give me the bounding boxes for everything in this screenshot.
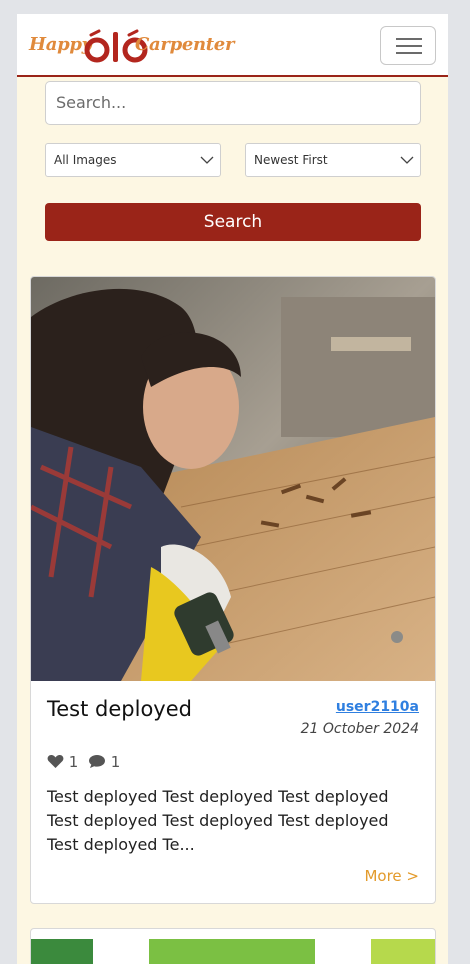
likes-stat[interactable]: 1 <box>47 753 78 771</box>
post-title[interactable]: Test deployed <box>47 697 192 721</box>
search-input[interactable]: Search... <box>45 81 421 125</box>
more-link[interactable]: More > <box>364 867 419 885</box>
comments-count: 1 <box>110 753 121 771</box>
comment-icon <box>89 755 105 768</box>
navbar: Happy Carpenter <box>17 14 448 77</box>
post-image[interactable] <box>31 277 435 681</box>
category-select[interactable]: All Images <box>45 143 221 177</box>
post-author-link[interactable]: user2110a <box>336 699 419 715</box>
menu-toggle-button[interactable] <box>380 26 436 65</box>
sort-select[interactable]: Newest First <box>245 143 421 177</box>
sort-select-value: Newest First <box>254 153 328 167</box>
likes-count: 1 <box>68 753 79 771</box>
post-card[interactable]: Test deployed user2110a 21 October 2024 … <box>30 276 436 904</box>
page-frame: Happy Carpenter Search... All Images New… <box>17 14 448 964</box>
post-image[interactable] <box>31 929 435 964</box>
post-date: 21 October 2024 <box>300 721 419 737</box>
post-card[interactable] <box>30 928 436 964</box>
category-select-value: All Images <box>54 153 117 167</box>
logo[interactable]: Happy Carpenter <box>29 26 234 66</box>
hamburger-icon <box>396 38 422 40</box>
chevron-down-icon <box>400 156 414 164</box>
heart-icon <box>47 755 64 768</box>
chevron-down-icon <box>200 156 214 164</box>
logo-text-right: Carpenter <box>135 34 235 55</box>
search-button[interactable]: Search <box>45 203 421 241</box>
post-excerpt: Test deployed Test deployed Test deploye… <box>47 787 389 854</box>
comments-stat[interactable]: 1 <box>88 753 120 771</box>
